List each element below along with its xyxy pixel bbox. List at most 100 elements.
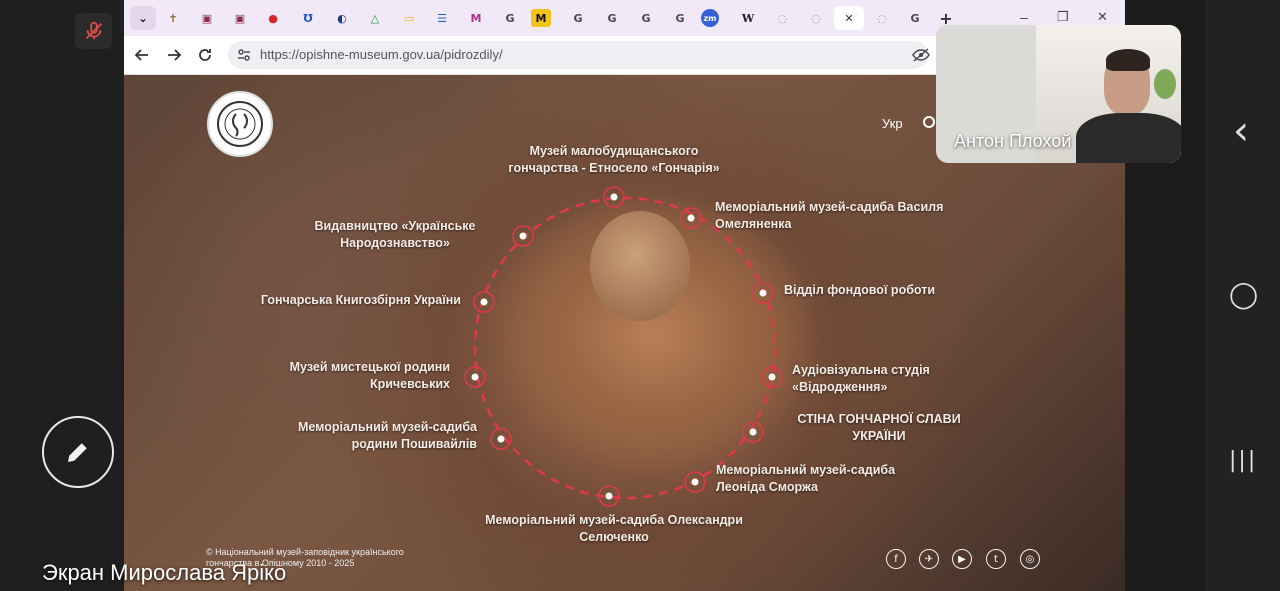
pencil-icon — [68, 443, 87, 462]
annotate-button[interactable] — [42, 416, 114, 488]
tab[interactable]: ● — [260, 6, 286, 30]
division-link-funds[interactable]: Відділ фондової роботи — [784, 282, 984, 299]
plant — [1154, 69, 1176, 99]
twitter-icon[interactable]: t — [986, 549, 1006, 569]
division-marker-icon[interactable] — [472, 290, 496, 314]
division-label-line: Омеляненка — [715, 217, 792, 231]
division-link-library[interactable]: Гончарська Книгозбірня України — [230, 292, 461, 309]
minimize-button[interactable]: – — [1020, 9, 1028, 25]
division-label-line: Меморіальний музей-садиба Василя — [715, 200, 944, 214]
division-marker-icon[interactable] — [741, 420, 765, 444]
division-label-line: Кричевських — [369, 377, 450, 391]
tab[interactable]: ◌ — [803, 6, 829, 30]
museum-logo[interactable] — [207, 91, 273, 157]
division-label-line: Музей малобудищанського — [529, 144, 699, 158]
tab[interactable]: ▣ — [194, 6, 220, 30]
museum-emblem-icon — [217, 101, 263, 147]
url-text[interactable]: https://opishne-museum.gov.ua/pidrozdily… — [260, 47, 503, 62]
tab[interactable]: G — [633, 6, 659, 30]
division-label-line: Селюченко — [579, 530, 649, 544]
tab-search-icon: ⌄ — [138, 11, 148, 25]
division-label-line: Музей мистецької родини — [289, 360, 450, 374]
tab[interactable]: G — [599, 6, 625, 30]
division-label-line: Меморіальний музей-садиба — [297, 420, 477, 434]
participant-body — [1076, 113, 1181, 163]
division-label-line: родини Пошивайлів — [351, 437, 477, 451]
division-link-krychevsky[interactable]: Музей мистецької родини Кричевських — [250, 359, 450, 393]
tab[interactable]: ☰ — [429, 6, 455, 30]
division-label-line: Видавництво «Українське — [314, 219, 476, 233]
division-label-line: СТІНА ГОНЧАРНОЇ СЛАВИ — [797, 412, 961, 426]
site-settings-icon[interactable] — [236, 47, 252, 63]
home-nav-icon[interactable]: ◯ — [1229, 280, 1258, 310]
tab[interactable]: ▣ — [227, 6, 253, 30]
participant-name: Антон Плохой — [954, 131, 1072, 151]
division-label-line: УКРАЇНИ — [852, 429, 906, 443]
participant-video[interactable]: Антон Плохой — [936, 25, 1181, 163]
youtube-icon[interactable]: ▶ — [952, 549, 972, 569]
restore-button[interactable]: ❐ — [1057, 9, 1069, 25]
tab[interactable]: ✝ — [160, 6, 186, 30]
active-tab-close-button[interactable]: ✕ — [834, 6, 864, 30]
tab[interactable]: G — [565, 6, 591, 30]
division-marker-icon[interactable] — [683, 470, 707, 494]
division-label-line: Меморіальний музей-садиба Олександри — [485, 513, 743, 527]
forward-arrow-icon[interactable] — [166, 47, 182, 63]
tab[interactable]: G — [667, 6, 693, 30]
tab[interactable]: Ʊ — [295, 6, 321, 30]
language-switch[interactable]: Укр — [882, 116, 903, 131]
tab[interactable]: M — [531, 9, 551, 27]
division-link-goncharia[interactable]: Музей малобудищанського гончарства - Етн… — [489, 143, 739, 177]
division-link-seliuchenko[interactable]: Меморіальний музей-садиба Олександри Сел… — [464, 512, 764, 546]
division-label-line: Гончарська Книгозбірня України — [260, 293, 461, 307]
division-link-studio[interactable]: Аудіовізуальна студія «Відродження» — [792, 362, 992, 396]
tab[interactable]: ◌ — [769, 6, 795, 30]
division-marker-icon[interactable] — [679, 206, 703, 230]
division-label-line: Меморіальний музей-садиба — [716, 463, 896, 477]
tab[interactable]: ▭ — [396, 6, 422, 30]
mic-off-button[interactable] — [75, 13, 112, 49]
telegram-icon[interactable]: ✈ — [919, 549, 939, 569]
tab[interactable]: W — [735, 6, 761, 30]
division-marker-icon[interactable] — [760, 365, 784, 389]
tab-search-button[interactable]: ⌄ — [130, 6, 156, 30]
mic-off-icon — [85, 21, 102, 40]
back-nav-icon[interactable]: ‹ — [1233, 108, 1249, 154]
eye-off-icon[interactable] — [912, 48, 930, 62]
division-marker-icon[interactable] — [597, 484, 621, 508]
reload-icon[interactable] — [197, 47, 213, 63]
division-label-line: «Відродження» — [792, 380, 888, 394]
division-marker-icon[interactable] — [751, 281, 775, 305]
tab[interactable]: ◐ — [329, 6, 355, 30]
division-label-line: Аудіовізуальна студія — [792, 363, 930, 377]
back-arrow-icon[interactable] — [134, 47, 150, 63]
division-link-publishing[interactable]: Видавництво «Українське Народознавство» — [300, 218, 490, 252]
copyright-line: © Національний музей-заповідник українсь… — [206, 547, 404, 557]
division-label-line: Леоніда Сморжа — [716, 480, 818, 494]
tab[interactable]: △ — [362, 6, 388, 30]
division-label-line: Відділ фондової роботи — [784, 283, 936, 297]
screen-share-caption: Экран Мирослава Ярiко — [42, 560, 287, 585]
facebook-icon[interactable]: f — [886, 549, 906, 569]
tab[interactable]: zm — [701, 9, 719, 27]
division-marker-icon[interactable] — [602, 185, 626, 209]
division-marker-icon[interactable] — [511, 224, 535, 248]
recents-nav-icon[interactable]: ||| — [1229, 448, 1257, 473]
close-window-button[interactable]: ✕ — [1097, 9, 1108, 25]
division-link-omelianenko[interactable]: Меморіальний музей-садиба Василя Омеляне… — [715, 199, 965, 233]
division-marker-icon[interactable] — [489, 427, 513, 451]
call-left-rail — [0, 0, 124, 591]
instagram-icon[interactable]: ◎ — [1020, 549, 1040, 569]
tab[interactable]: G — [902, 6, 928, 30]
division-marker-icon[interactable] — [463, 365, 487, 389]
division-link-smorzh[interactable]: Меморіальний музей-садиба Леоніда Сморжа — [716, 462, 936, 496]
division-label-line: Народознавство» — [340, 236, 450, 250]
tab[interactable]: M — [463, 6, 489, 30]
division-link-poshyvailo[interactable]: Меморіальний музей-садиба родини Пошивай… — [264, 419, 477, 453]
address-bar[interactable]: https://opishne-museum.gov.ua/pidrozdily… — [228, 41, 930, 69]
division-label-line: гончарства - Етносело «Гончарія» — [508, 161, 720, 175]
participant-hair — [1106, 49, 1150, 71]
tab[interactable]: ◌ — [869, 6, 895, 30]
tab[interactable]: G — [497, 6, 523, 30]
division-link-wall-of-fame[interactable]: СТІНА ГОНЧАРНОЇ СЛАВИ УКРАЇНИ — [784, 411, 974, 445]
